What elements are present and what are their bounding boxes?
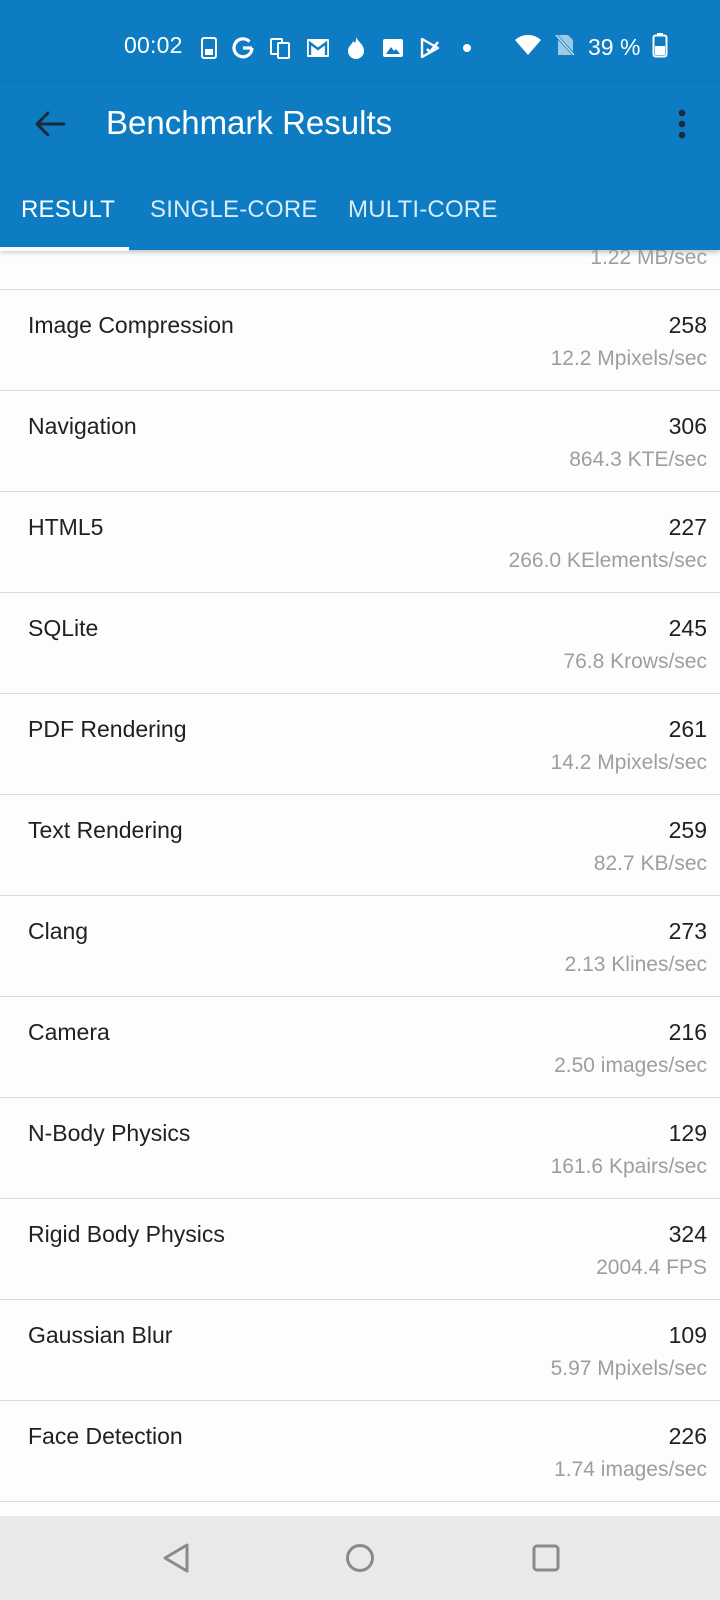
metric-rate: 1.74 images/sec (554, 1458, 707, 1481)
metric-rate: 161.6 Kpairs/sec (550, 1155, 707, 1178)
tab-single-core[interactable]: SINGLE-CORE (150, 190, 318, 250)
metric-score: 273 (668, 918, 707, 944)
metric-score: 245 (668, 615, 707, 641)
app-bar: Benchmark Results RESULT SINGLE-CORE MUL… (0, 82, 720, 251)
results-list[interactable]: 1.22 MB/sec Image Compression 258 12.2 M… (0, 250, 720, 1516)
list-item: Clang 273 2.13 Klines/sec (0, 896, 720, 997)
image-icon (381, 36, 405, 60)
list-item: Rigid Body Physics 324 2004.4 FPS (0, 1199, 720, 1300)
metric-name: PDF Rendering (28, 716, 187, 742)
list-item: Camera 216 2.50 images/sec (0, 997, 720, 1098)
metric-name: Camera (28, 1019, 110, 1045)
battery-icon (652, 32, 668, 63)
list-item: Face Detection 226 1.74 images/sec (0, 1401, 720, 1502)
metric-score: 258 (668, 312, 707, 338)
dot-icon (455, 36, 479, 60)
metric-score: 216 (668, 1019, 707, 1045)
fire-icon (344, 35, 368, 61)
arrow-back-icon (34, 110, 66, 143)
metric-name: Image Compression (28, 312, 234, 338)
metric-rate: 266.0 KElements/sec (508, 549, 707, 572)
metric-rate: 2004.4 FPS (596, 1256, 707, 1279)
list-item: N-Body Physics 129 161.6 Kpairs/sec (0, 1098, 720, 1199)
list-item: PDF Rendering 261 14.2 Mpixels/sec (0, 694, 720, 795)
metric-score: 226 (668, 1423, 707, 1449)
metric-rate: 14.2 Mpixels/sec (550, 751, 707, 774)
metric-score: 261 (668, 716, 707, 742)
page-title: Benchmark Results (106, 104, 393, 141)
nav-home-button[interactable] (332, 1532, 388, 1588)
nav-recents-button[interactable] (518, 1532, 574, 1588)
home-circle-icon (344, 1542, 376, 1579)
metric-name: Text Rendering (28, 817, 183, 843)
wifi-icon (514, 34, 542, 61)
metric-name: Clang (28, 918, 89, 944)
status-time: 00:02 (124, 32, 183, 58)
back-button[interactable] (26, 102, 74, 150)
metric-score: 306 (668, 413, 707, 439)
list-item: SQLite 245 76.8 Krows/sec (0, 593, 720, 694)
metric-rate: 2.50 images/sec (554, 1054, 707, 1077)
metric-score: 259 (668, 817, 707, 843)
sim-card-icon (200, 36, 218, 60)
metric-rate: 12.2 Mpixels/sec (550, 347, 707, 370)
metric-name: Navigation (28, 413, 137, 439)
no-sim-icon (553, 32, 577, 63)
metric-score: 227 (668, 514, 707, 540)
tab-result[interactable]: RESULT (21, 190, 115, 250)
recents-square-icon (531, 1543, 561, 1578)
metric-score: 324 (668, 1221, 707, 1247)
more-options-button[interactable] (662, 102, 702, 150)
list-item: Text Rendering 259 82.7 KB/sec (0, 795, 720, 896)
list-item: Image Compression 258 12.2 Mpixels/sec (0, 290, 720, 391)
more-vert-icon (677, 109, 687, 144)
system-status: 39 % (514, 32, 668, 63)
tab-multi-core[interactable]: MULTI-CORE (348, 190, 498, 250)
list-item: HTML5 227 266.0 KElements/sec (0, 492, 720, 593)
list-item: Gaussian Blur 109 5.97 Mpixels/sec (0, 1300, 720, 1401)
copy-icon (268, 36, 292, 60)
metric-score: 109 (668, 1322, 707, 1348)
metric-rate: 76.8 Krows/sec (563, 650, 707, 673)
metric-name: Gaussian Blur (28, 1322, 173, 1348)
status-bar: 00:02 39 % (0, 0, 720, 92)
metric-rate: 1.22 MB/sec (590, 250, 707, 269)
system-nav-bar (0, 1516, 720, 1600)
google-icon (231, 36, 255, 60)
notification-icons (200, 34, 479, 62)
nav-back-button[interactable] (148, 1532, 204, 1588)
metric-name: HTML5 (28, 514, 104, 540)
metric-rate: 2.13 Klines/sec (564, 953, 707, 976)
tab-bar: RESULT SINGLE-CORE MULTI-CORE (0, 190, 720, 251)
battery-percent: 39 % (588, 34, 641, 60)
metric-score: 129 (668, 1120, 707, 1146)
metric-name: Face Detection (28, 1423, 183, 1449)
gmail-icon (305, 36, 331, 60)
play-store-icon (418, 36, 442, 60)
list-item: 1.22 MB/sec (0, 250, 720, 290)
back-triangle-icon (161, 1542, 191, 1579)
metric-name: Rigid Body Physics (28, 1221, 225, 1247)
metric-rate: 82.7 KB/sec (593, 852, 707, 875)
metric-rate: 864.3 KTE/sec (569, 448, 707, 471)
list-item: Navigation 306 864.3 KTE/sec (0, 391, 720, 492)
metric-rate: 5.97 Mpixels/sec (550, 1357, 707, 1380)
metric-name: N-Body Physics (28, 1120, 191, 1146)
metric-name: SQLite (28, 615, 99, 641)
